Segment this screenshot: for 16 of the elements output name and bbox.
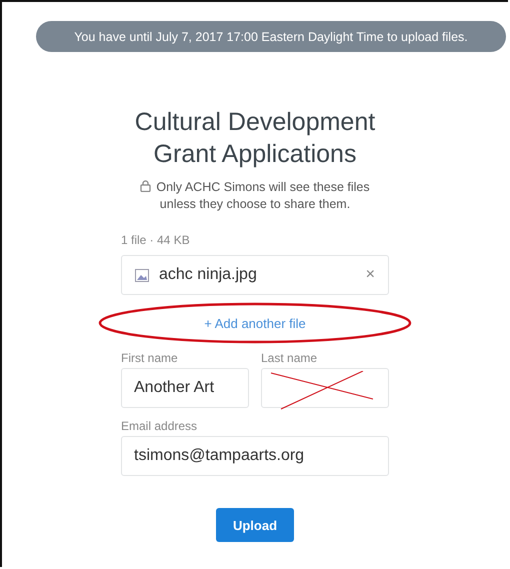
text-field[interactable]: Another Art — [121, 368, 249, 408]
lock-icon — [140, 180, 152, 192]
deadline-banner: You have until July 7, 2017 17:00 Eastern Daylight Time to upload files. — [36, 21, 506, 52]
privacy-note: Only ACHC Simons will see these files unless they choose to share them. — [130, 179, 380, 213]
file-summary: 1 file · 44 KB — [121, 233, 191, 248]
text-field[interactable]: tsimons@tampaarts.org — [121, 436, 389, 476]
file-name: achc ninja.jpg — [159, 266, 258, 284]
text-field[interactable] — [261, 368, 389, 408]
field-label: Last name — [261, 351, 318, 366]
page-title: Cultural Development Grant Applications — [134, 107, 376, 170]
remove-file-button[interactable]: × — [366, 266, 375, 284]
upload-button[interactable]: Upload — [216, 508, 294, 542]
image-icon — [135, 268, 149, 282]
add-file-link[interactable]: + Add another file — [204, 316, 306, 330]
field-label: First name — [121, 351, 179, 366]
field-label: Email address — [121, 419, 198, 434]
